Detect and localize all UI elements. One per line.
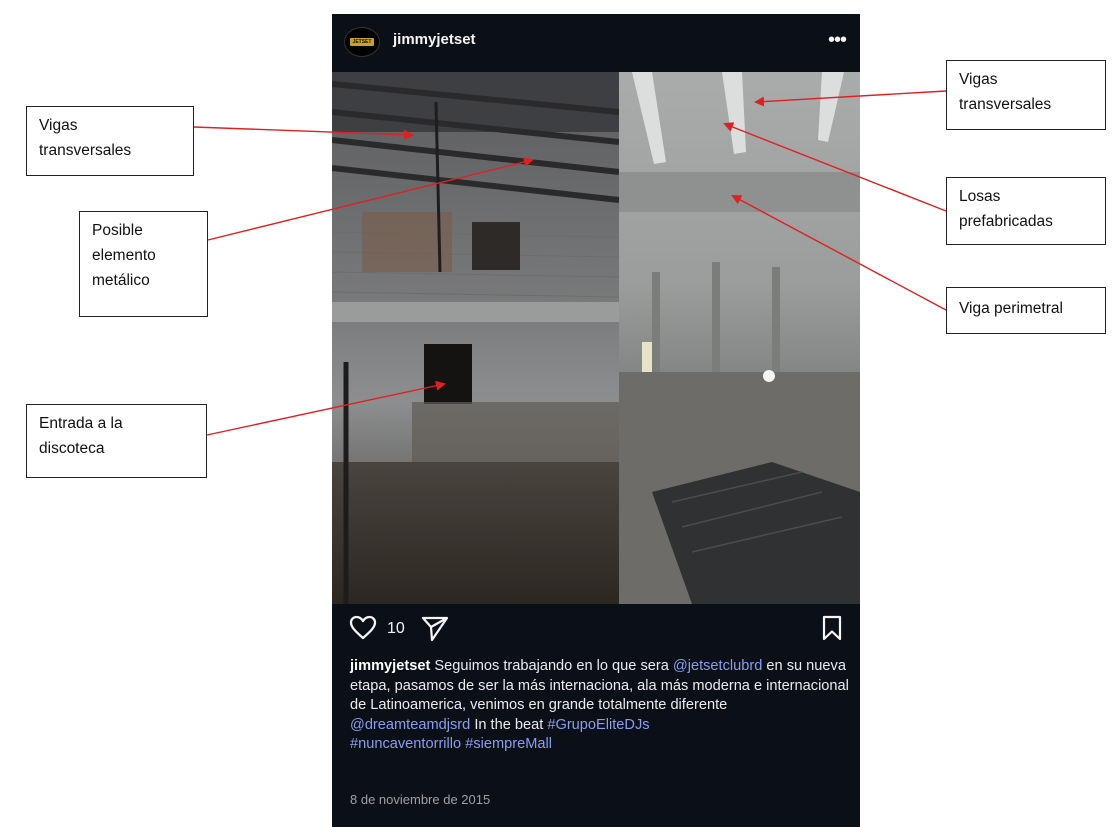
label-line: Vigas	[959, 71, 998, 88]
label-line: transversales	[959, 96, 1052, 113]
hashtag-nuncaventorrillo[interactable]: #nuncaventorrillo	[350, 736, 461, 752]
instagram-post: JETSET jimmyjetset ••• 10 jimmyjetset Se…	[332, 14, 860, 827]
label-vigas-transversales-right: Vigas transversales	[946, 60, 1106, 130]
label-vigas-transversales-left: Vigas transversales	[26, 106, 194, 176]
like-count: 10	[387, 620, 405, 637]
hashtag-grupoelitedjs[interactable]: #GrupoEliteDJs	[547, 717, 649, 733]
avatar-logo-text: JETSET	[352, 39, 372, 45]
label-line: discoteca	[39, 440, 105, 457]
avatar[interactable]: JETSET	[344, 27, 380, 57]
caption-username[interactable]: jimmyjetset	[350, 658, 430, 674]
post-photo	[332, 72, 860, 604]
label-line: elemento	[92, 247, 156, 264]
label-losas-prefabricadas: Losas prefabricadas	[946, 177, 1106, 245]
share-icon[interactable]	[420, 614, 450, 642]
label-line: Vigas	[39, 117, 78, 134]
more-horizontal-icon[interactable]: •••	[828, 30, 847, 50]
label-line: metálico	[92, 272, 150, 289]
post-caption: jimmyjetset Seguimos trabajando en lo qu…	[350, 657, 850, 755]
label-line: Viga perimetral	[959, 300, 1063, 317]
post-date: 8 de noviembre de 2015	[350, 792, 491, 807]
bookmark-icon[interactable]	[821, 615, 843, 641]
mention-dreamteamdjsrd[interactable]: @dreamteamdjsrd	[350, 717, 470, 733]
caption-text: In the beat	[470, 716, 548, 733]
label-line: Losas	[959, 188, 1001, 205]
label-entrada-discoteca: Entrada a la discoteca	[26, 404, 207, 478]
hashtag-siempremall[interactable]: #siempreMall	[465, 736, 552, 752]
heart-icon[interactable]	[349, 615, 377, 641]
caption-text: Seguimos trabajando en lo que sera	[430, 658, 673, 674]
post-username[interactable]: jimmyjetset	[393, 31, 476, 48]
label-line: prefabricadas	[959, 213, 1053, 230]
label-posible-elemento-metalico: Posible elemento metálico	[79, 211, 208, 317]
mention-jetsetclubrd[interactable]: @jetsetclubrd	[673, 658, 762, 674]
label-line: Entrada a la	[39, 415, 123, 432]
label-viga-perimetral: Viga perimetral	[946, 287, 1106, 334]
post-actions: 10	[332, 610, 860, 650]
post-header: JETSET jimmyjetset •••	[332, 14, 860, 72]
label-line: Posible	[92, 222, 143, 239]
label-line: transversales	[39, 142, 132, 159]
